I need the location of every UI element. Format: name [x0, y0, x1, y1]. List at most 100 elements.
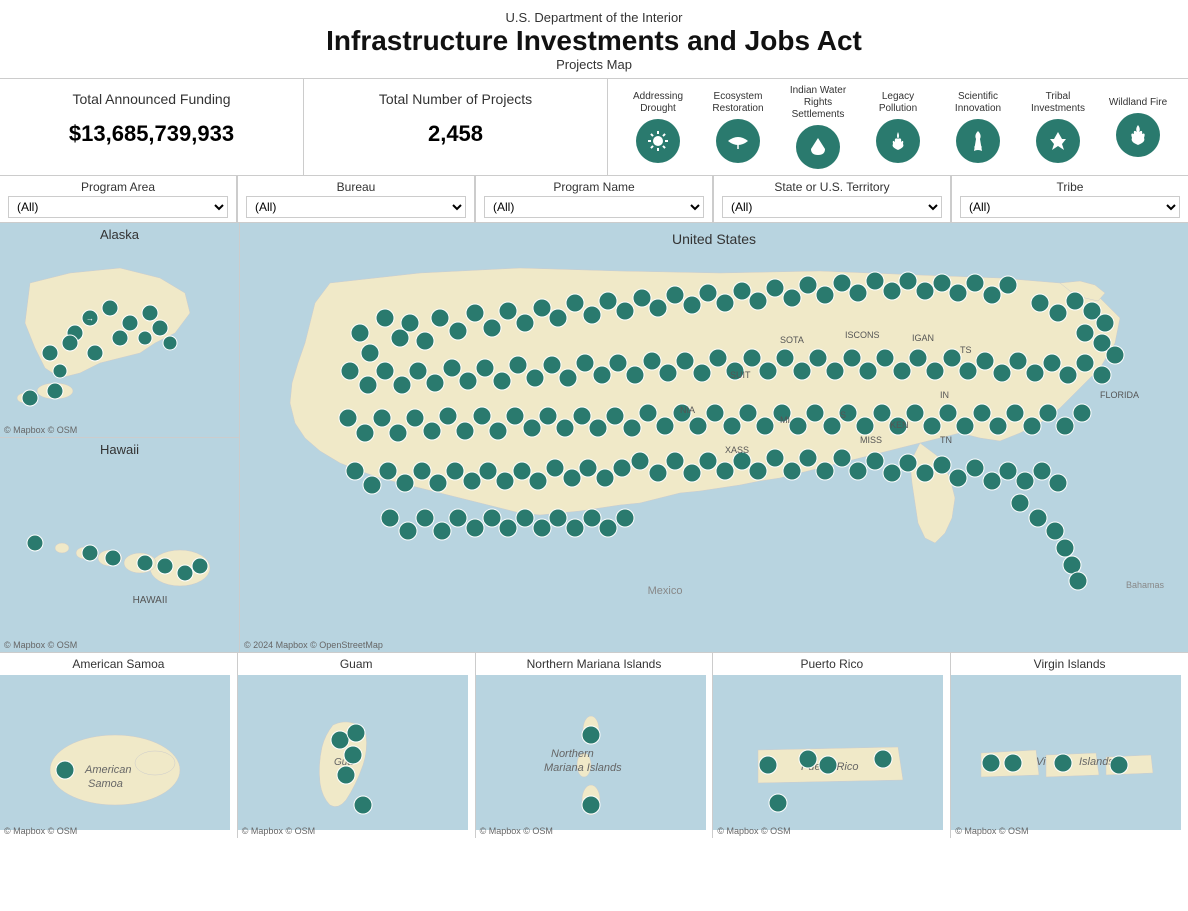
virgin-islands-svg: Vi Islands: [951, 675, 1181, 830]
american-samoa-map: American Samoa American Samoa © Mapbox ©…: [0, 653, 238, 838]
funding-box: Total Announced Funding $13,685,739,933: [0, 79, 304, 175]
mexico-label: Mexico: [648, 585, 683, 597]
icon-drought-label: AddressingDrought: [633, 91, 683, 115]
tribal-icon: [1036, 119, 1080, 163]
filter-state: State or U.S. Territory (All): [713, 176, 951, 222]
maps-main-area: Alaska →: [0, 223, 1188, 653]
funding-value: $13,685,739,933: [20, 121, 283, 147]
svg-text:TN: TN: [940, 435, 952, 445]
ecosystem-icon: [716, 119, 760, 163]
hawaii-credit: © Mapbox © OSM: [4, 640, 77, 650]
filter-program-area-label: Program Area: [8, 180, 228, 194]
svg-text:HAWAII: HAWAII: [133, 595, 168, 606]
icon-wildland[interactable]: Wildland Fire: [1098, 97, 1178, 157]
page-subtitle: Projects Map: [0, 57, 1188, 72]
alaska-credit: © Mapbox © OSM: [4, 425, 77, 435]
svg-text:SOTA: SOTA: [780, 335, 804, 345]
icon-wildland-label: Wildland Fire: [1109, 97, 1167, 109]
guam-map: Guam Gua © Mapbox © OSM: [238, 653, 476, 838]
american-samoa-svg: American Samoa: [0, 675, 230, 830]
svg-text:→: →: [86, 314, 94, 323]
stats-row: Total Announced Funding $13,685,739,933 …: [0, 79, 1188, 176]
svg-text:IN: IN: [940, 390, 949, 400]
icon-tribal[interactable]: TribalInvestments: [1018, 91, 1098, 163]
water-icon: [796, 125, 840, 169]
projects-value: 2,458: [324, 121, 587, 147]
svg-text:ISCONS: ISCONS: [845, 330, 880, 340]
northern-mariana-title: Northern Mariana Islands: [476, 653, 713, 675]
svg-text:SUIT: SUIT: [730, 370, 751, 380]
svg-text:IGAN: IGAN: [912, 333, 934, 343]
us-main-map[interactable]: United States: [240, 223, 1188, 652]
icon-drought[interactable]: AddressingDrought: [618, 91, 698, 163]
svg-text:XASS: XASS: [725, 445, 749, 455]
svg-text:Northern: Northern: [551, 748, 594, 760]
funding-label: Total Announced Funding: [20, 91, 283, 107]
icon-ecosystem-label: EcosystemRestoration: [712, 91, 763, 115]
us-credit: © 2024 Mapbox © OpenStreetMap: [244, 640, 383, 650]
page-title: Infrastructure Investments and Jobs Act: [0, 25, 1188, 57]
filter-program-name-label: Program Name: [484, 180, 704, 194]
puerto-rico-svg: Puerto Rico: [713, 675, 943, 830]
svg-text:Samoa: Samoa: [88, 778, 123, 790]
inset-maps-left: Alaska →: [0, 223, 240, 652]
svg-text:Bahamas: Bahamas: [1126, 580, 1165, 590]
icon-legacy-label: LegacyPollution: [879, 91, 917, 115]
icon-water[interactable]: Indian WaterRightsSettlements: [778, 85, 858, 169]
filter-tribe-select[interactable]: (All): [960, 196, 1180, 218]
icon-scientific[interactable]: ScientificInnovation: [938, 91, 1018, 163]
drought-icon: [636, 119, 680, 163]
alaska-svg: →: [0, 243, 239, 433]
filter-tribe: Tribe (All): [951, 176, 1188, 222]
svg-text:MI: MI: [780, 415, 790, 425]
filter-program-area-select[interactable]: (All): [8, 196, 228, 218]
scientific-icon: [956, 119, 1000, 163]
filter-state-select[interactable]: (All): [722, 196, 942, 218]
filter-bureau: Bureau (All): [237, 176, 475, 222]
svg-text:FLORIDA: FLORIDA: [1100, 390, 1139, 400]
icon-water-label: Indian WaterRightsSettlements: [790, 85, 846, 121]
filter-tribe-label: Tribe: [960, 180, 1180, 194]
puerto-rico-map: Puerto Rico Puerto Rico © Mapbox © OSM: [713, 653, 951, 838]
svg-text:Islands: Islands: [1079, 756, 1114, 768]
svg-text:American: American: [84, 764, 131, 776]
filter-bureau-select[interactable]: (All): [246, 196, 466, 218]
wildland-icon: [1116, 113, 1160, 157]
guam-svg: Gua: [238, 675, 468, 830]
us-title: United States: [240, 227, 1188, 251]
icon-scientific-label: ScientificInnovation: [955, 91, 1001, 115]
projects-box: Total Number of Projects 2,458: [304, 79, 608, 175]
svg-text:S: S: [840, 410, 846, 420]
svg-text:MISS: MISS: [860, 435, 882, 445]
hawaii-svg: HAWAII: [0, 458, 239, 628]
svg-text:NIA: NIA: [680, 405, 695, 415]
filters-row: Program Area (All) Bureau (All) Program …: [0, 176, 1188, 223]
american-samoa-credit: © Mapbox © OSM: [4, 826, 77, 836]
guam-credit: © Mapbox © OSM: [242, 826, 315, 836]
hawaii-map: Hawaii HAWAII © Mapbox © OSM: [0, 438, 239, 652]
virgin-islands-map: Virgin Islands Vi Islands © Mapbox © OSM: [951, 653, 1188, 838]
virgin-islands-credit: © Mapbox © OSM: [955, 826, 1028, 836]
legacy-icon: [876, 119, 920, 163]
american-samoa-title: American Samoa: [0, 653, 237, 675]
guam-title: Guam: [238, 653, 475, 675]
agency-name: U.S. Department of the Interior: [0, 10, 1188, 25]
svg-text:Vi: Vi: [1036, 756, 1046, 768]
northern-mariana-svg: Northern Mariana Islands: [476, 675, 706, 830]
icon-legacy[interactable]: LegacyPollution: [858, 91, 938, 163]
filter-bureau-label: Bureau: [246, 180, 466, 194]
filter-program-name-select[interactable]: (All): [484, 196, 704, 218]
icon-ecosystem[interactable]: EcosystemRestoration: [698, 91, 778, 163]
alaska-map: Alaska →: [0, 223, 239, 438]
bottom-maps: American Samoa American Samoa © Mapbox ©…: [0, 653, 1188, 838]
icon-tribal-label: TribalInvestments: [1031, 91, 1085, 115]
puerto-rico-credit: © Mapbox © OSM: [717, 826, 790, 836]
program-icons-box: AddressingDrought EcosystemRestoration I…: [608, 79, 1188, 175]
filter-program-name: Program Name (All): [475, 176, 713, 222]
filter-state-label: State or U.S. Territory: [722, 180, 942, 194]
northern-mariana-map: Northern Mariana Islands Northern Marian…: [476, 653, 714, 838]
page-header: U.S. Department of the Interior Infrastr…: [0, 0, 1188, 79]
svg-text:KEN: KEN: [890, 420, 909, 430]
projects-label: Total Number of Projects: [324, 91, 587, 107]
virgin-islands-title: Virgin Islands: [951, 653, 1188, 675]
